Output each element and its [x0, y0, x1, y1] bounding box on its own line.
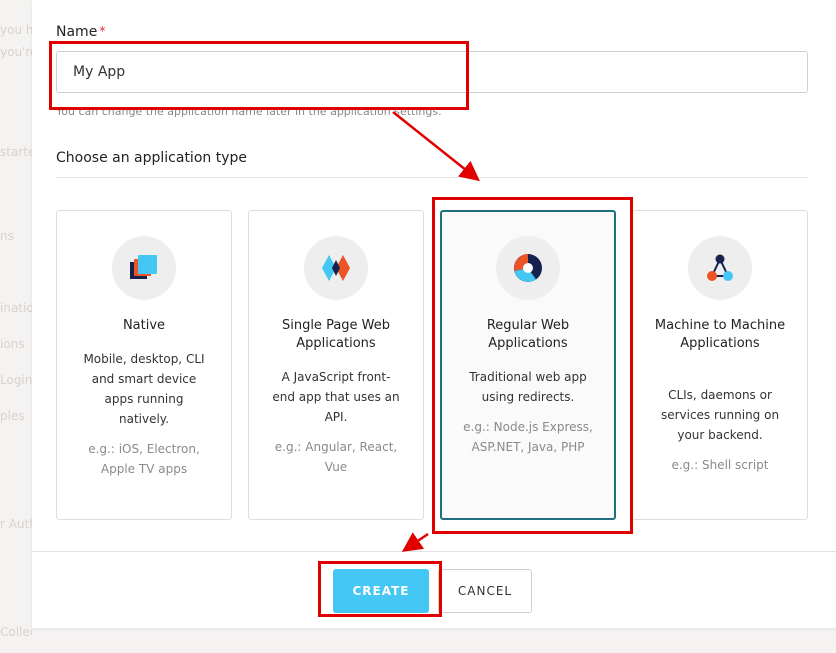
app-type-card-spa[interactable]: Single Page Web Applications A JavaScrip… — [248, 210, 424, 520]
app-type-card-native[interactable]: Native Mobile, desktop, CLI and smart de… — [56, 210, 232, 520]
background-text: started — [0, 145, 32, 159]
machine-to-machine-icon — [688, 236, 752, 300]
name-helper-text: You can change the application name late… — [56, 105, 442, 118]
background-text: ions — [0, 337, 25, 351]
cancel-button[interactable]: CANCEL — [438, 569, 532, 613]
card-title: Machine to Machine Applications — [654, 318, 786, 351]
card-example: e.g.: Node.js Express, ASP.NET, Java, PH… — [463, 420, 593, 454]
background-text: inations — [0, 301, 32, 315]
card-example: e.g.: Shell script — [671, 458, 769, 472]
app-type-card-m2m[interactable]: Machine to Machine Applications CLIs, da… — [632, 210, 808, 520]
application-type-heading: Choose an application type — [56, 150, 247, 166]
create-button[interactable]: CREATE — [333, 569, 429, 613]
background-text: Collection — [0, 625, 32, 639]
section-divider — [56, 177, 808, 178]
card-description: CLIs, daemons or services running on you… — [660, 388, 780, 442]
application-name-input[interactable] — [56, 51, 808, 93]
create-application-dialog: Name* You can change the application nam… — [32, 0, 836, 628]
card-example: e.g.: iOS, Electron, Apple TV apps — [88, 442, 200, 476]
name-label: Name * — [56, 24, 105, 40]
background-text: you're — [0, 45, 32, 59]
card-title: Native — [122, 318, 166, 333]
card-description: Traditional web app using redirects. — [469, 370, 587, 404]
required-marker: * — [99, 24, 106, 38]
native-app-icon — [112, 236, 176, 300]
background-text: you h — [0, 23, 32, 37]
card-example: e.g.: Angular, React, Vue — [274, 440, 398, 474]
app-type-card-regular-web[interactable]: Regular Web Applications Traditional web… — [440, 210, 616, 520]
footer-divider — [32, 551, 836, 552]
spa-app-icon — [304, 236, 368, 300]
name-label-text: Name — [56, 24, 98, 40]
card-title: Single Page Web Applications — [281, 318, 391, 351]
regular-web-app-icon — [496, 236, 560, 300]
background-text: r Auth — [0, 517, 32, 531]
background-text: Login — [0, 373, 32, 387]
card-description: Mobile, desktop, CLI and smart device ap… — [83, 352, 205, 426]
card-description: A JavaScript front-end app that uses an … — [272, 370, 400, 424]
background-text: ples — [0, 409, 25, 423]
card-title: Regular Web Applications — [486, 318, 570, 351]
background-text: ns — [0, 229, 14, 243]
